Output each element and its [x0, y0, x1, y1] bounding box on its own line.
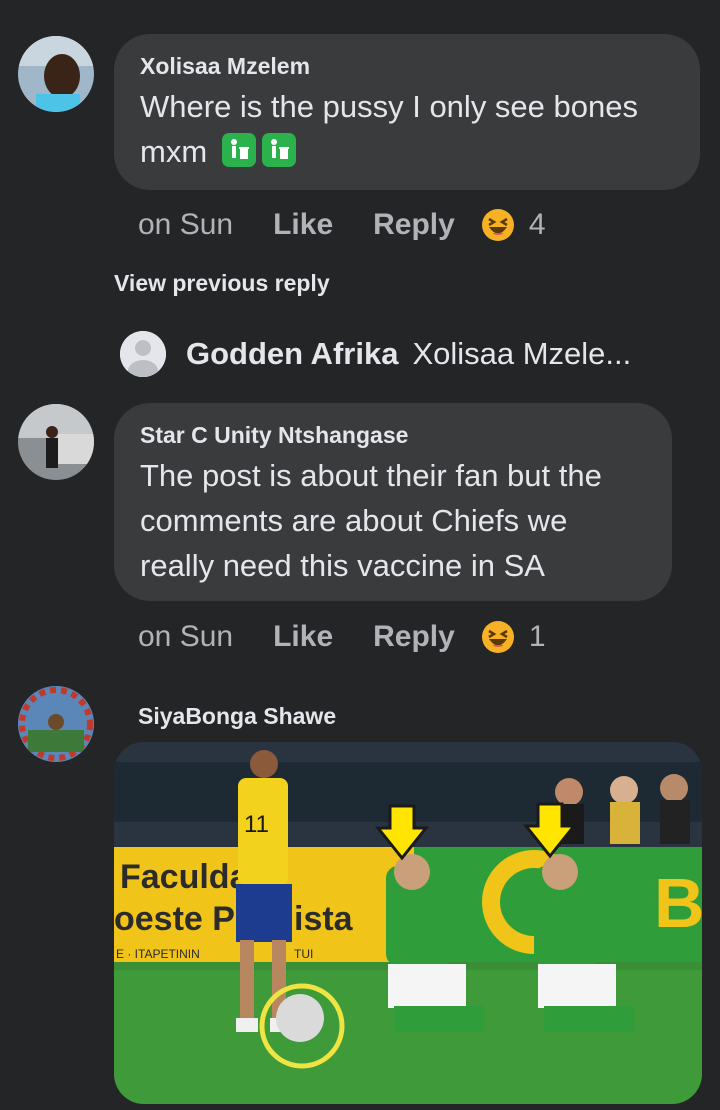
comment-actions: on Sun Like Reply 4: [138, 205, 546, 245]
banner-text: Faculda: [120, 858, 250, 896]
svg-text:B: B: [654, 864, 702, 942]
comment-actions: on Sun Like Reply 1: [138, 617, 546, 657]
comment-time[interactable]: on Sun: [138, 208, 233, 242]
banner-text: ista: [294, 900, 354, 938]
comment-author[interactable]: Star C Unity Ntshangase: [140, 421, 646, 449]
comment-photo[interactable]: B Faculda oeste P ista E · ITAPETININ TU…: [114, 742, 702, 1104]
comment-text: The post is about their fan but the comm…: [140, 458, 602, 583]
avatar[interactable]: [120, 331, 166, 377]
like-button[interactable]: Like: [273, 208, 333, 242]
banner-text: E · ITAPETININ: [116, 947, 200, 961]
comment-author[interactable]: SiyaBonga Shawe: [138, 702, 336, 730]
comment-text: Where is the pussy I only see bones mxm: [140, 84, 674, 174]
reply-author[interactable]: Godden Afrika: [186, 336, 398, 372]
svg-text:11: 11: [244, 811, 269, 838]
comment-time[interactable]: on Sun: [138, 620, 233, 654]
avatar[interactable]: [18, 686, 94, 762]
avatar[interactable]: [18, 36, 94, 112]
laughing-emoji-icon: [481, 209, 514, 241]
reply-button[interactable]: Reply: [373, 208, 455, 242]
comment-bubble: Star C Unity Ntshangase The post is abou…: [114, 403, 672, 601]
like-button[interactable]: Like: [273, 620, 333, 654]
reaction-summary[interactable]: 1: [481, 620, 546, 654]
view-previous-reply-link[interactable]: View previous reply: [114, 270, 330, 297]
litter-bin-emoji-icon: [221, 132, 256, 167]
laughing-emoji-icon: [481, 621, 514, 653]
reaction-summary[interactable]: 4: [481, 208, 546, 242]
banner-text: TUI: [294, 947, 313, 961]
comment-bubble: Xolisaa Mzelem Where is the pussy I only…: [114, 34, 700, 190]
reaction-count: 1: [528, 620, 546, 653]
reaction-count: 4: [528, 208, 546, 241]
avatar[interactable]: [18, 404, 94, 480]
comment-text-content: Where is the pussy I only see bones mxm: [140, 89, 638, 169]
reply-button[interactable]: Reply: [373, 620, 455, 654]
comment-author[interactable]: Xolisaa Mzelem: [140, 52, 674, 80]
reply-text: Xolisaa Mzele...: [412, 336, 632, 371]
litter-bin-emoji-icon: [261, 132, 296, 167]
reply-preview[interactable]: Godden Afrika Xolisaa Mzele...: [120, 330, 631, 378]
banner-text: oeste P: [114, 900, 235, 938]
